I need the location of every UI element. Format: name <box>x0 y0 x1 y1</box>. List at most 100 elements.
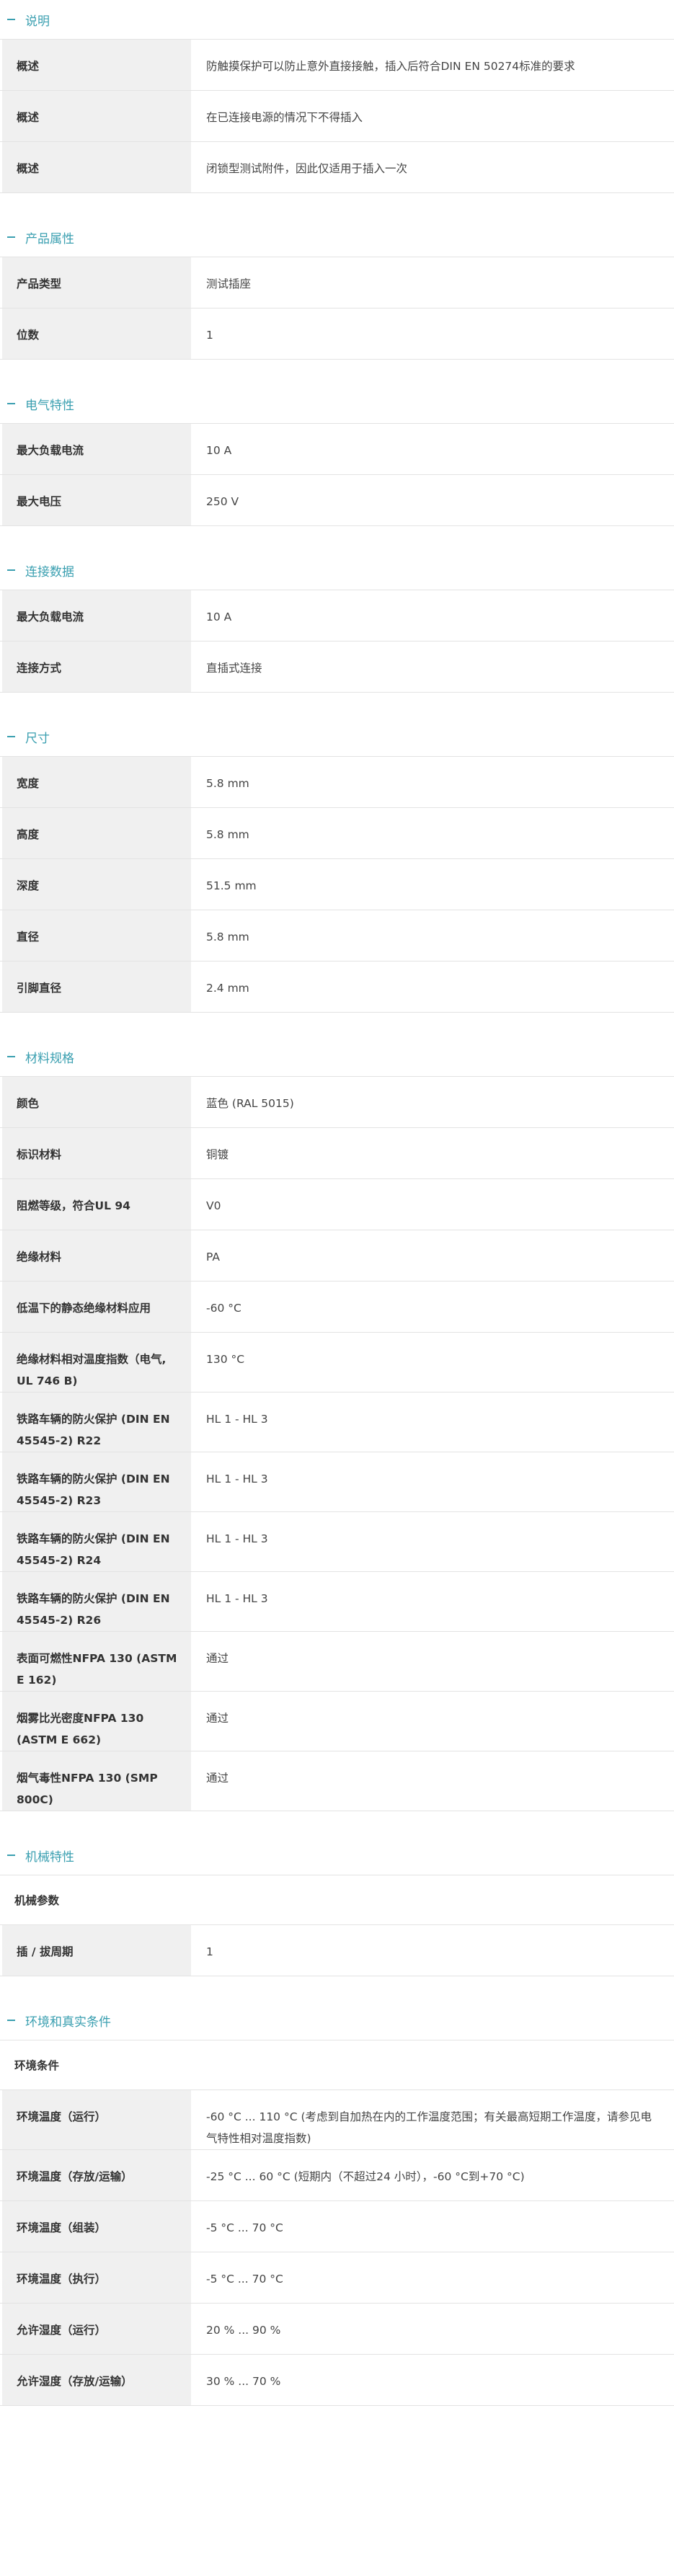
spec-row: 允许湿度（存放/运输） 30 % ... 70 % <box>0 2355 674 2406</box>
spec-value: 直插式连接 <box>206 662 262 675</box>
spec-row: 插 / 拔周期 1 <box>0 1925 674 1976</box>
spec-label: 颜色 <box>2 1077 191 1127</box>
spec-row: 概述 在已连接电源的情况下不得插入 <box>0 91 674 142</box>
spec-label: 产品类型 <box>2 257 191 308</box>
section-title: 材料规格 <box>25 1051 74 1066</box>
spec-row: 位数 1 <box>0 308 674 360</box>
section-header[interactable]: 环境和真实条件 <box>0 2001 674 2040</box>
product-spec-page: 说明概述 防触摸保护可以防止意外直接接触，插入后符合DIN EN 50274标准的… <box>0 0 674 2406</box>
spec-row: 环境温度（执行） -5 °C ... 70 °C <box>0 2252 674 2304</box>
section-header[interactable]: 说明 <box>0 0 674 40</box>
spec-row: 阻燃等级，符合UL 94 V0 <box>0 1179 674 1230</box>
spec-value: 蓝色 (RAL 5015) <box>206 1097 294 1110</box>
spec-label: 概述 <box>2 40 191 90</box>
collapse-dash-icon <box>7 569 15 571</box>
spec-label: 标识材料 <box>2 1128 191 1178</box>
spec-label: 环境温度（运行） <box>2 2090 191 2149</box>
spec-label: 低温下的静态绝缘材料应用 <box>2 1282 191 1332</box>
spec-row: 最大负载电流 10 A <box>0 590 674 641</box>
spec-value: V0 <box>206 1199 221 1212</box>
spec-label: 最大负载电流 <box>2 424 191 474</box>
section-header[interactable]: 电气特性 <box>0 384 674 424</box>
spec-section: 机械特性机械参数插 / 拔周期 1 <box>0 1836 674 2001</box>
spec-row: 烟雾比光密度NFPA 130 (ASTM E 662) 通过 <box>0 1692 674 1751</box>
spec-label: 允许湿度（存放/运输） <box>2 2355 191 2405</box>
section-title: 说明 <box>25 14 50 29</box>
spec-label: 引脚直径 <box>2 961 191 1012</box>
spec-value: 2.4 mm <box>206 982 249 995</box>
spec-value: HL 1 - HL 3 <box>206 1473 268 1485</box>
section-header[interactable]: 材料规格 <box>0 1037 674 1077</box>
spec-value: 1 <box>206 1945 213 1958</box>
spec-value: 10 A <box>206 610 232 623</box>
spec-row: 烟气毒性NFPA 130 (SMP 800C) 通过 <box>0 1751 674 1811</box>
group-heading: 机械参数 <box>0 1875 674 1925</box>
spec-value: 51.5 mm <box>206 879 257 892</box>
spec-row: 铁路车辆的防火保护 (DIN EN 45545-2) R23 HL 1 - HL … <box>0 1452 674 1512</box>
section-title: 产品属性 <box>25 231 74 247</box>
spec-value: 5.8 mm <box>206 828 249 841</box>
section-header[interactable]: 机械特性 <box>0 1836 674 1875</box>
spec-label: 直径 <box>2 910 191 961</box>
spec-value: HL 1 - HL 3 <box>206 1592 268 1605</box>
spec-label: 铁路车辆的防火保护 (DIN EN 45545-2) R26 <box>2 1572 191 1631</box>
spec-row: 连接方式 直插式连接 <box>0 641 674 693</box>
spec-row: 深度 51.5 mm <box>0 859 674 910</box>
spec-value: PA <box>206 1251 220 1263</box>
spec-label: 铁路车辆的防火保护 (DIN EN 45545-2) R22 <box>2 1393 191 1452</box>
section-title: 电气特性 <box>25 398 74 413</box>
spec-section: 环境和真实条件 环境条件 环境温度（运行） -60 °C ... 110 °C (考虑… <box>0 2001 674 2406</box>
spec-label: 概述 <box>2 142 191 192</box>
spec-section: 电气特性最大负载电流 10 A 最大电压 250 V <box>0 384 674 551</box>
spec-value: 闭锁型测试附件，因此仅适用于插入一次 <box>206 162 408 175</box>
spec-section: 尺寸 宽度 5.8 mm 高度 5.8 mm 深度 51.5 mm 直径 5.8 mm 引脚直径 2… <box>0 717 674 1037</box>
spec-row: 铁路车辆的防火保护 (DIN EN 45545-2) R22 HL 1 - HL … <box>0 1393 674 1452</box>
spec-value: 10 A <box>206 444 232 457</box>
spec-row: 概述 闭锁型测试附件，因此仅适用于插入一次 <box>0 142 674 193</box>
section-header[interactable]: 尺寸 <box>0 717 674 757</box>
spec-label: 烟气毒性NFPA 130 (SMP 800C) <box>2 1751 191 1811</box>
collapse-dash-icon <box>7 403 15 404</box>
spec-row: 铁路车辆的防火保护 (DIN EN 45545-2) R26 HL 1 - HL … <box>0 1572 674 1632</box>
spec-label: 铁路车辆的防火保护 (DIN EN 45545-2) R24 <box>2 1512 191 1571</box>
spec-label: 深度 <box>2 859 191 910</box>
spec-value: 铜镀 <box>206 1148 229 1161</box>
spec-row: 概述 防触摸保护可以防止意外直接接触，插入后符合DIN EN 50274标准的要求 <box>0 40 674 91</box>
spec-label: 宽度 <box>2 757 191 807</box>
spec-row: 允许湿度（运行） 20 % ... 90 % <box>0 2304 674 2355</box>
section-header[interactable]: 连接数据 <box>0 551 674 590</box>
spec-value: 测试插座 <box>206 277 252 290</box>
spec-row: 标识材料 铜镀 <box>0 1128 674 1179</box>
spec-label: 插 / 拔周期 <box>2 1925 191 1976</box>
spec-label: 铁路车辆的防火保护 (DIN EN 45545-2) R23 <box>2 1452 191 1511</box>
spec-value: 通过 <box>206 1772 229 1785</box>
spec-label: 环境温度（执行） <box>2 2252 191 2303</box>
spec-label: 绝缘材料相对温度指数（电气, UL 746 B) <box>2 1333 191 1392</box>
spec-row: 最大电压 250 V <box>0 475 674 526</box>
spec-label: 位数 <box>2 308 191 359</box>
spec-label: 绝缘材料 <box>2 1230 191 1281</box>
spec-label: 连接方式 <box>2 641 191 692</box>
section-title: 机械特性 <box>25 1849 74 1865</box>
collapse-dash-icon <box>7 2020 15 2021</box>
spec-label: 阻燃等级，符合UL 94 <box>2 1179 191 1230</box>
spec-value: 5.8 mm <box>206 931 249 943</box>
spec-value: 130 °C <box>206 1353 245 1366</box>
collapse-dash-icon <box>7 19 15 20</box>
spec-value: 1 <box>206 329 213 342</box>
spec-label: 最大负载电流 <box>2 590 191 641</box>
spec-row: 产品类型 测试插座 <box>0 257 674 308</box>
spec-value: 20 % ... 90 % <box>206 2324 281 2337</box>
spec-row: 环境温度（存放/运输） -25 °C ... 60 °C (短期内（不超过24 小… <box>0 2150 674 2201</box>
spec-row: 直径 5.8 mm <box>0 910 674 961</box>
spec-label: 最大电压 <box>2 475 191 525</box>
spec-row: 表面可燃性NFPA 130 (ASTM E 162) 通过 <box>0 1632 674 1692</box>
spec-row: 宽度 5.8 mm <box>0 757 674 808</box>
section-header[interactable]: 产品属性 <box>0 218 674 257</box>
spec-value: 防触摸保护可以防止意外直接接触，插入后符合DIN EN 50274标准的要求 <box>206 60 575 73</box>
